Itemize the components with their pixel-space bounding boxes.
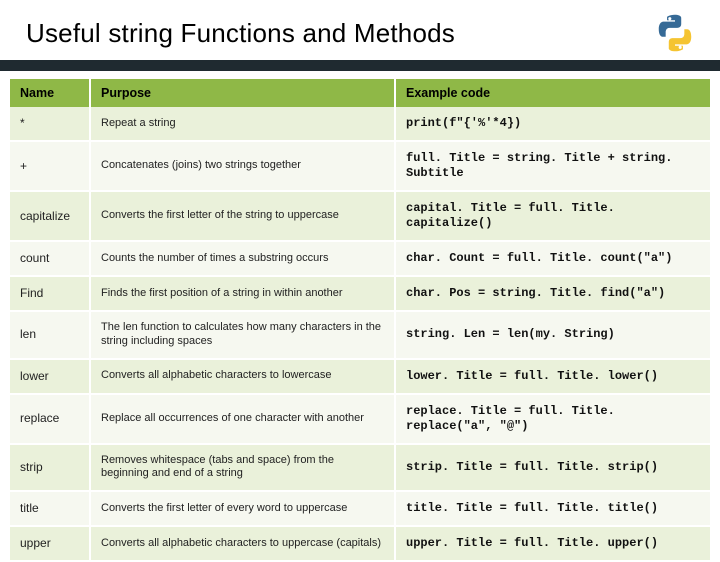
cell-code: full. Title = string. Title + string. Su… — [395, 141, 710, 191]
cell-purpose: Converts the first letter of the string … — [90, 191, 395, 241]
cell-purpose: Finds the first position of a string in … — [90, 276, 395, 311]
cell-code: replace. Title = full. Title. replace("a… — [395, 394, 710, 444]
cell-name: upper — [10, 526, 90, 561]
cell-name: lower — [10, 359, 90, 394]
col-name-header: Name — [10, 79, 90, 107]
cell-code: upper. Title = full. Title. upper() — [395, 526, 710, 561]
cell-code: char. Count = full. Title. count("a") — [395, 241, 710, 276]
cell-name: * — [10, 107, 90, 141]
cell-purpose: Concatenates (joins) two strings togethe… — [90, 141, 395, 191]
cell-name: Find — [10, 276, 90, 311]
slide: Useful string Functions and Methods Name… — [0, 0, 720, 540]
cell-purpose: Repeat a string — [90, 107, 395, 141]
table-row: replace Replace all occurrences of one c… — [10, 394, 710, 444]
cell-name: + — [10, 141, 90, 191]
cell-name: strip — [10, 444, 90, 492]
cell-purpose: Converts the first letter of every word … — [90, 491, 395, 526]
string-functions-table: Name Purpose Example code * Repeat a str… — [10, 79, 710, 562]
cell-purpose: The len function to calculates how many … — [90, 311, 395, 359]
cell-code: capital. Title = full. Title. capitalize… — [395, 191, 710, 241]
cell-purpose: Counts the number of times a substring o… — [90, 241, 395, 276]
cell-name: title — [10, 491, 90, 526]
cell-purpose: Replace all occurrences of one character… — [90, 394, 395, 444]
table-row: len The len function to calculates how m… — [10, 311, 710, 359]
table-row: + Concatenates (joins) two strings toget… — [10, 141, 710, 191]
table-row: Find Finds the first position of a strin… — [10, 276, 710, 311]
table-container: Name Purpose Example code * Repeat a str… — [0, 79, 720, 562]
cell-code: string. Len = len(my. String) — [395, 311, 710, 359]
cell-code: strip. Title = full. Title. strip() — [395, 444, 710, 492]
table-row: * Repeat a string print(f"{'%'*4}) — [10, 107, 710, 141]
table-row: upper Converts all alphabetic characters… — [10, 526, 710, 561]
cell-name: count — [10, 241, 90, 276]
table-header-row: Name Purpose Example code — [10, 79, 710, 107]
divider — [0, 60, 720, 71]
cell-name: capitalize — [10, 191, 90, 241]
slide-title: Useful string Functions and Methods — [26, 18, 455, 49]
cell-purpose: Converts all alphabetic characters to lo… — [90, 359, 395, 394]
cell-code: print(f"{'%'*4}) — [395, 107, 710, 141]
cell-code: title. Title = full. Title. title() — [395, 491, 710, 526]
cell-purpose: Converts all alphabetic characters to up… — [90, 526, 395, 561]
table-row: strip Removes whitespace (tabs and space… — [10, 444, 710, 492]
cell-code: char. Pos = string. Title. find("a") — [395, 276, 710, 311]
cell-code: lower. Title = full. Title. lower() — [395, 359, 710, 394]
cell-name: len — [10, 311, 90, 359]
table-row: count Counts the number of times a subst… — [10, 241, 710, 276]
python-logo-icon — [656, 14, 694, 52]
table-row: capitalize Converts the first letter of … — [10, 191, 710, 241]
col-code-header: Example code — [395, 79, 710, 107]
cell-purpose: Removes whitespace (tabs and space) from… — [90, 444, 395, 492]
title-bar: Useful string Functions and Methods — [0, 0, 720, 60]
cell-name: replace — [10, 394, 90, 444]
table-row: lower Converts all alphabetic characters… — [10, 359, 710, 394]
table-row: title Converts the first letter of every… — [10, 491, 710, 526]
col-purpose-header: Purpose — [90, 79, 395, 107]
